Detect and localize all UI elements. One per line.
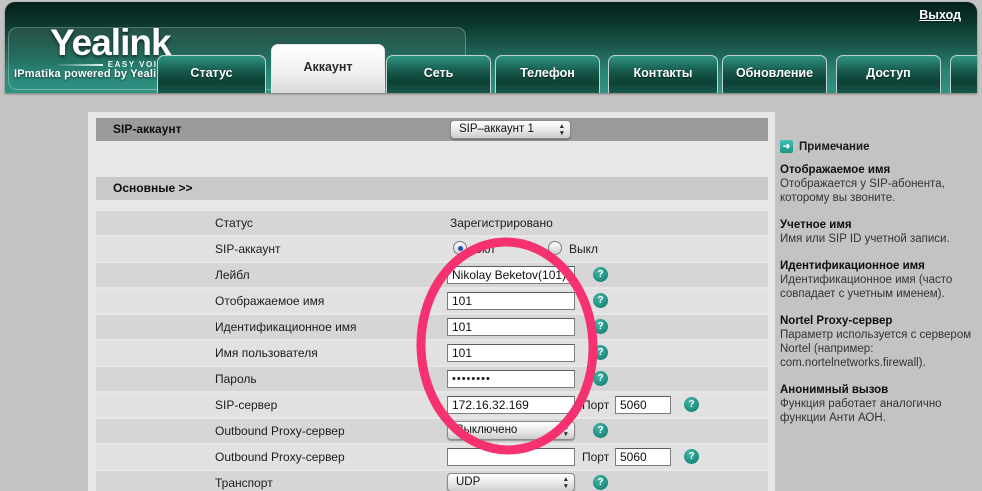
- help-icon[interactable]: ?: [684, 449, 699, 464]
- tab-partial-stub: [950, 55, 977, 93]
- help-icon[interactable]: ?: [593, 267, 608, 282]
- note-heading: Идентификационное имя: [780, 260, 925, 272]
- transport-select-value: UDP: [456, 476, 481, 488]
- row-line-active: SIP-аккаунт Вкл Выкл: [96, 237, 768, 261]
- row-user-name-label: Имя пользователя: [215, 346, 318, 360]
- tab-contacts[interactable]: Контакты: [608, 55, 718, 93]
- select-arrows-icon: ▲ ▼: [562, 476, 569, 490]
- port-label: Порт: [582, 450, 610, 464]
- sip-account-select-value: SIP–аккаунт 1: [459, 123, 534, 135]
- help-icon[interactable]: ?: [593, 371, 608, 386]
- select-arrows-icon: ▲ ▼: [558, 123, 565, 137]
- row-display-name-label: Отображаемое имя: [215, 294, 325, 308]
- sip-account-section-title: SIP-аккаунт: [113, 122, 182, 136]
- tagline-line-left: [57, 63, 103, 66]
- yealink-web-config-page: Yealink EASY VOIP IPmatika powered by Ye…: [0, 0, 982, 491]
- row-transport-label: Транспорт: [215, 476, 273, 490]
- outbound-proxy-select[interactable]: Выключено ▲ ▼: [447, 421, 575, 440]
- row-register-name: Идентификационное имя ?: [96, 315, 768, 339]
- register-name-input[interactable]: [447, 318, 575, 336]
- help-icon[interactable]: ?: [593, 345, 608, 360]
- basic-group-bar[interactable]: Основные >>: [96, 177, 768, 200]
- note-anonymous-call: Анонимный вызов Функция работает аналоги…: [780, 383, 978, 425]
- logout-link[interactable]: Выход: [919, 8, 961, 22]
- outbound-proxy-select-value: Выключено: [456, 424, 518, 436]
- row-outbound-proxy-toggle-label: Outbound Proxy-сервер: [215, 424, 345, 438]
- note-body: Отображается у SIP-абонента, которому вы…: [780, 178, 945, 204]
- note-display-name: Отображаемое имя Отображается у SIP-абон…: [780, 163, 978, 205]
- sip-account-select[interactable]: SIP–аккаунт 1 ▲ ▼: [450, 120, 571, 139]
- radio-enabled[interactable]: [453, 241, 467, 255]
- help-icon[interactable]: ?: [593, 293, 608, 308]
- note-body: Функция работает аналогично функции Анти…: [780, 398, 942, 424]
- note-heading: Учетное имя: [780, 219, 852, 231]
- note-body: Имя или SIP ID учетной записи.: [780, 233, 950, 245]
- help-icon[interactable]: ?: [593, 319, 608, 334]
- row-transport: Транспорт UDP ▲ ▼ ?: [96, 471, 768, 491]
- row-outbound-proxy-server-label: Outbound Proxy-сервер: [215, 450, 345, 464]
- notes-list: Отображаемое имя Отображается у SIP-абон…: [780, 163, 978, 438]
- radio-enabled-label: Вкл: [474, 242, 495, 256]
- select-arrows-icon: ▲ ▼: [562, 424, 569, 438]
- note-heading: Nortel Proxy-сервер: [780, 315, 893, 327]
- help-icon[interactable]: ?: [684, 397, 699, 412]
- radio-disabled[interactable]: [548, 241, 562, 255]
- help-icon[interactable]: ?: [593, 475, 608, 490]
- note-header: ➜ Примечание: [780, 140, 869, 153]
- port-label: Порт: [582, 398, 610, 412]
- note-heading: Анонимный вызов: [780, 384, 889, 396]
- tab-upgrade[interactable]: Обновление: [722, 55, 827, 93]
- row-line-active-label: SIP-аккаунт: [215, 242, 281, 256]
- tab-phone[interactable]: Телефон: [495, 55, 600, 93]
- row-outbound-proxy-toggle: Outbound Proxy-сервер Выключено ▲ ▼ ?: [96, 419, 768, 443]
- outbound-proxy-port-input[interactable]: [615, 448, 671, 466]
- note-nortel-proxy: Nortel Proxy-сервер Параметр используетс…: [780, 314, 978, 370]
- note-body: Параметр используется с сервером Nortel …: [780, 329, 972, 369]
- row-status-label: Статус: [215, 216, 253, 230]
- registration-status-value: Зарегистрировано: [450, 216, 553, 230]
- transport-select[interactable]: UDP ▲ ▼: [447, 473, 575, 491]
- password-input[interactable]: [447, 370, 575, 388]
- row-sip-server-label: SIP-сервер: [215, 398, 278, 412]
- row-password-label: Пароль: [215, 372, 257, 386]
- row-sip-server: SIP-сервер Порт ?: [96, 393, 768, 417]
- tab-status[interactable]: Статус: [157, 55, 266, 93]
- display-name-input[interactable]: [447, 292, 575, 310]
- note-account-name: Учетное имя Имя или SIP ID учетной запис…: [780, 218, 978, 246]
- tab-network[interactable]: Сеть: [386, 55, 491, 93]
- note-arrow-icon: ➜: [780, 140, 793, 153]
- sip-server-input[interactable]: [447, 396, 575, 414]
- row-outbound-proxy-server: Outbound Proxy-сервер Порт ?: [96, 445, 768, 469]
- basic-group-title: Основные >>: [113, 181, 193, 195]
- note-heading: Отображаемое имя: [780, 164, 891, 176]
- tab-account[interactable]: Аккаунт: [271, 44, 385, 93]
- label-input[interactable]: [447, 266, 575, 284]
- tab-security[interactable]: Доступ: [836, 55, 941, 93]
- note-register-name: Идентификационное имя Идентификационное …: [780, 259, 978, 301]
- row-user-name: Имя пользователя ?: [96, 341, 768, 365]
- user-name-input[interactable]: [447, 344, 575, 362]
- row-status: Статус Зарегистрировано: [96, 211, 768, 235]
- yealink-logo: Yealink: [50, 22, 172, 63]
- ipmatika-subtitle: IPmatika powered by Yealink: [14, 68, 170, 80]
- row-register-name-label: Идентификационное имя: [215, 320, 357, 334]
- radio-disabled-label: Выкл: [569, 242, 599, 256]
- sip-server-port-input[interactable]: [615, 396, 671, 414]
- note-body: Идентификационное имя (часто совпадает с…: [780, 274, 953, 300]
- outbound-proxy-server-input[interactable]: [447, 448, 575, 466]
- sip-account-section-bar: SIP-аккаунт SIP–аккаунт 1 ▲ ▼: [96, 118, 768, 141]
- row-display-name: Отображаемое имя ?: [96, 289, 768, 313]
- row-label: Лейбл ?: [96, 263, 768, 287]
- row-label-label: Лейбл: [215, 268, 250, 282]
- row-password: Пароль ?: [96, 367, 768, 391]
- note-title: Примечание: [799, 140, 870, 153]
- help-icon[interactable]: ?: [593, 423, 608, 438]
- header: Yealink EASY VOIP IPmatika powered by Ye…: [5, 2, 977, 93]
